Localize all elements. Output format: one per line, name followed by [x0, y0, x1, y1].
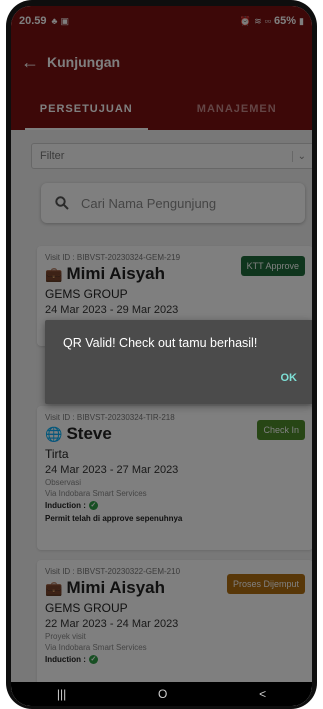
- system-nav-bar: ||| O <: [11, 682, 312, 706]
- dialog-message: QR Valid! Check out tamu berhasil!: [63, 336, 258, 350]
- recents-button[interactable]: |||: [57, 687, 66, 701]
- home-button[interactable]: O: [158, 687, 167, 701]
- screen: 20.59 ♣ ▣ ⏰ ≋ ▫▫ 65% ▮ ← Kunjungan PERSE…: [11, 6, 312, 706]
- nav-back-button[interactable]: <: [259, 687, 266, 701]
- ok-button[interactable]: OK: [281, 372, 298, 384]
- phone-frame: 20.59 ♣ ▣ ⏰ ≋ ▫▫ 65% ▮ ← Kunjungan PERSE…: [6, 0, 317, 709]
- alert-dialog: QR Valid! Check out tamu berhasil! OK: [45, 320, 312, 404]
